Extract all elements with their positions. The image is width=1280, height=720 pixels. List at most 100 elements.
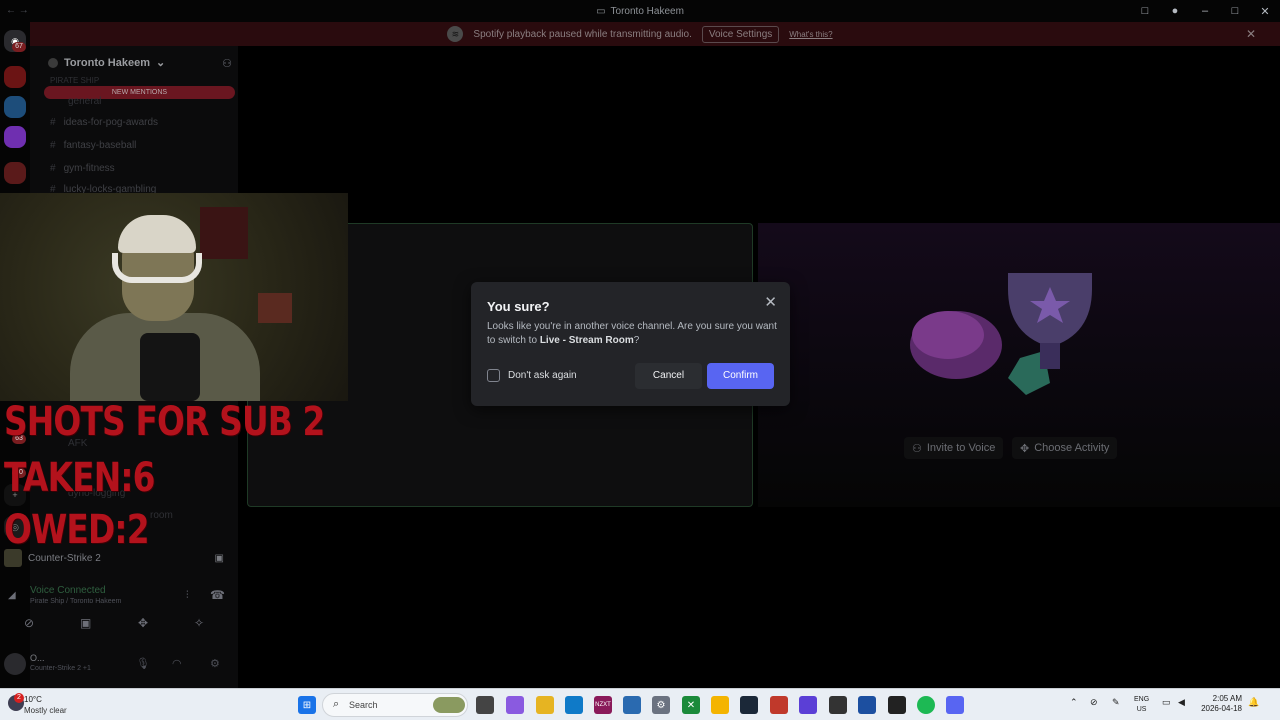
hash-icon: # <box>50 117 56 128</box>
screen-share-icon[interactable]: ▣ <box>80 616 91 630</box>
server-icon[interactable] <box>4 66 26 88</box>
activities-icon[interactable]: ✥ <box>138 616 148 630</box>
app-icon[interactable] <box>770 696 788 714</box>
disconnect-icon[interactable]: ☎ <box>210 588 225 602</box>
taskbar-search[interactable]: ⌕ Search <box>322 693 468 717</box>
close-window-button[interactable]: ✕ <box>1250 5 1280 18</box>
whats-this-link[interactable]: What's this? <box>789 30 832 39</box>
streamer-cap <box>118 215 196 253</box>
dont-ask-again-row[interactable]: Don't ask again <box>487 369 577 382</box>
category-label: PIRATE SHIP <box>50 76 100 85</box>
search-label: Search <box>349 700 378 710</box>
soundboard-icon[interactable]: ✧ <box>194 616 204 630</box>
confirm-button[interactable]: Confirm <box>707 363 774 389</box>
activity-tile <box>758 223 1280 507</box>
screen-share-icon[interactable]: ▣ <box>215 553 224 564</box>
headphones-icon[interactable]: ◠ <box>172 657 182 670</box>
add-user-icon: ⚇ <box>912 442 922 455</box>
xbox-icon[interactable]: ✕ <box>682 696 700 714</box>
avatar[interactable] <box>4 653 26 675</box>
chrome-icon[interactable] <box>711 696 729 714</box>
activity-label: Choose Activity <box>1034 442 1110 454</box>
channel-name: ideas-for-pog-awards <box>63 117 159 128</box>
help-icon[interactable]: ● <box>1160 5 1190 17</box>
language-indicator[interactable]: ENG US <box>1134 695 1149 715</box>
search-icon: ⌕ <box>333 698 340 710</box>
dont-ask-again-checkbox[interactable] <box>487 369 500 382</box>
discord-logo-icon: ▭ <box>596 5 606 17</box>
tool-icon[interactable] <box>858 696 876 714</box>
server-icon[interactable] <box>4 162 26 184</box>
obs-icon[interactable] <box>888 696 906 714</box>
channel-room[interactable]: room <box>150 510 173 521</box>
settings-icon[interactable]: ⚙ <box>652 696 670 714</box>
volume-icon[interactable]: ◀ <box>1178 697 1185 708</box>
microphone-icon[interactable]: 🎙 <box>136 657 150 670</box>
weather-badge: 2 <box>14 693 24 703</box>
copilot-icon[interactable] <box>506 696 524 714</box>
pen-icon[interactable]: ✎ <box>1112 697 1120 708</box>
search-highlight-icon <box>433 697 465 713</box>
screen: ← → ▭ Toronto Hakeem □ ● – □ ✕ ≋ Spotify… <box>0 0 1280 720</box>
wall-poster <box>200 207 248 259</box>
notice-close-icon[interactable]: ✕ <box>1246 27 1256 41</box>
hash-icon: # <box>50 163 56 174</box>
server-icon[interactable] <box>4 126 26 148</box>
voice-location: Pirate Ship / Toronto Hakeem <box>30 598 122 605</box>
channel-item[interactable]: # gym-fitness <box>50 163 115 174</box>
noise-suppression-icon[interactable]: ⫶ <box>186 590 189 601</box>
inbox-icon[interactable]: □ <box>1130 5 1160 17</box>
weather-temp: 10°C <box>24 695 42 704</box>
invite-label: Invite to Voice <box>926 442 996 454</box>
minimize-button[interactable]: – <box>1190 5 1220 17</box>
notifications-icon[interactable]: 🔔 <box>1248 697 1259 708</box>
snipping-tool-icon[interactable] <box>829 696 847 714</box>
invite-to-voice-button[interactable]: ⚇ Invite to Voice <box>904 437 1004 459</box>
remote-desktop-icon[interactable] <box>623 696 641 714</box>
channel-item[interactable]: # fantasy-baseball <box>50 140 136 151</box>
nzxt-icon[interactable]: NZXT <box>594 696 612 714</box>
dialog-body: Looks like you're in another voice chann… <box>487 320 777 348</box>
voice-connected-label[interactable]: Voice Connected <box>30 585 106 596</box>
start-icon[interactable]: ⊞ <box>298 696 316 714</box>
server-header[interactable]: Toronto Hakeem ⌄ <box>48 56 165 69</box>
nav-arrows[interactable]: ← → <box>6 5 29 16</box>
confirm-switch-dialog: You sure? ✕ Looks like you're in another… <box>471 282 790 406</box>
title-bar: ← → ▭ Toronto Hakeem □ ● – □ ✕ <box>0 0 1280 22</box>
camera-off-icon[interactable]: ⊘ <box>24 616 34 630</box>
channel-name: gym-fitness <box>63 163 115 174</box>
discord-taskbar-icon[interactable] <box>946 696 964 714</box>
file-explorer-icon[interactable] <box>536 696 554 714</box>
user-status: Counter-Strike 2 +1 <box>30 665 91 672</box>
edge-icon[interactable] <box>565 696 583 714</box>
choose-activity-button[interactable]: ✥ Choose Activity <box>1012 437 1118 459</box>
window-title: ▭ Toronto Hakeem <box>596 6 684 17</box>
weather-desc: Mostly clear <box>24 706 67 715</box>
maximize-button[interactable]: □ <box>1220 5 1250 17</box>
activities-icon: ✥ <box>1020 442 1030 455</box>
server-avatar-icon <box>48 57 58 68</box>
chevron-up-icon[interactable]: ⌃ <box>1070 697 1078 708</box>
close-icon[interactable]: ✕ <box>764 293 777 311</box>
spotify-taskbar-icon[interactable] <box>917 696 935 714</box>
cancel-button[interactable]: Cancel <box>635 363 702 389</box>
window-controls: □ ● – □ ✕ <box>1130 0 1280 22</box>
calendar-icon[interactable] <box>799 696 817 714</box>
network-off-icon[interactable]: ⊘ <box>1090 697 1098 708</box>
add-member-icon[interactable]: ⚇ <box>222 57 232 70</box>
channel-name: fantasy-baseball <box>63 140 137 151</box>
clock[interactable]: 2:05 AM 2026-04-18 <box>1196 694 1242 714</box>
notice-text: Spotify playback paused while transmitti… <box>473 28 692 40</box>
voice-settings-button[interactable]: Voice Settings <box>701 25 780 43</box>
server-icon[interactable] <box>4 96 26 118</box>
overlay-owed: OWED:2 <box>4 507 150 553</box>
channel-general[interactable]: general <box>68 96 101 107</box>
spotify-icon: ≋ <box>447 26 464 42</box>
channel-item[interactable]: # ideas-for-pog-awards <box>50 117 158 128</box>
dialog-body-suffix: ? <box>633 335 640 346</box>
task-view-icon[interactable] <box>476 696 494 714</box>
steam-icon[interactable] <box>740 696 758 714</box>
display-icon[interactable]: ▭ <box>1162 697 1171 708</box>
gear-icon[interactable]: ⚙ <box>210 657 220 670</box>
home-badge: 67 <box>12 42 26 52</box>
